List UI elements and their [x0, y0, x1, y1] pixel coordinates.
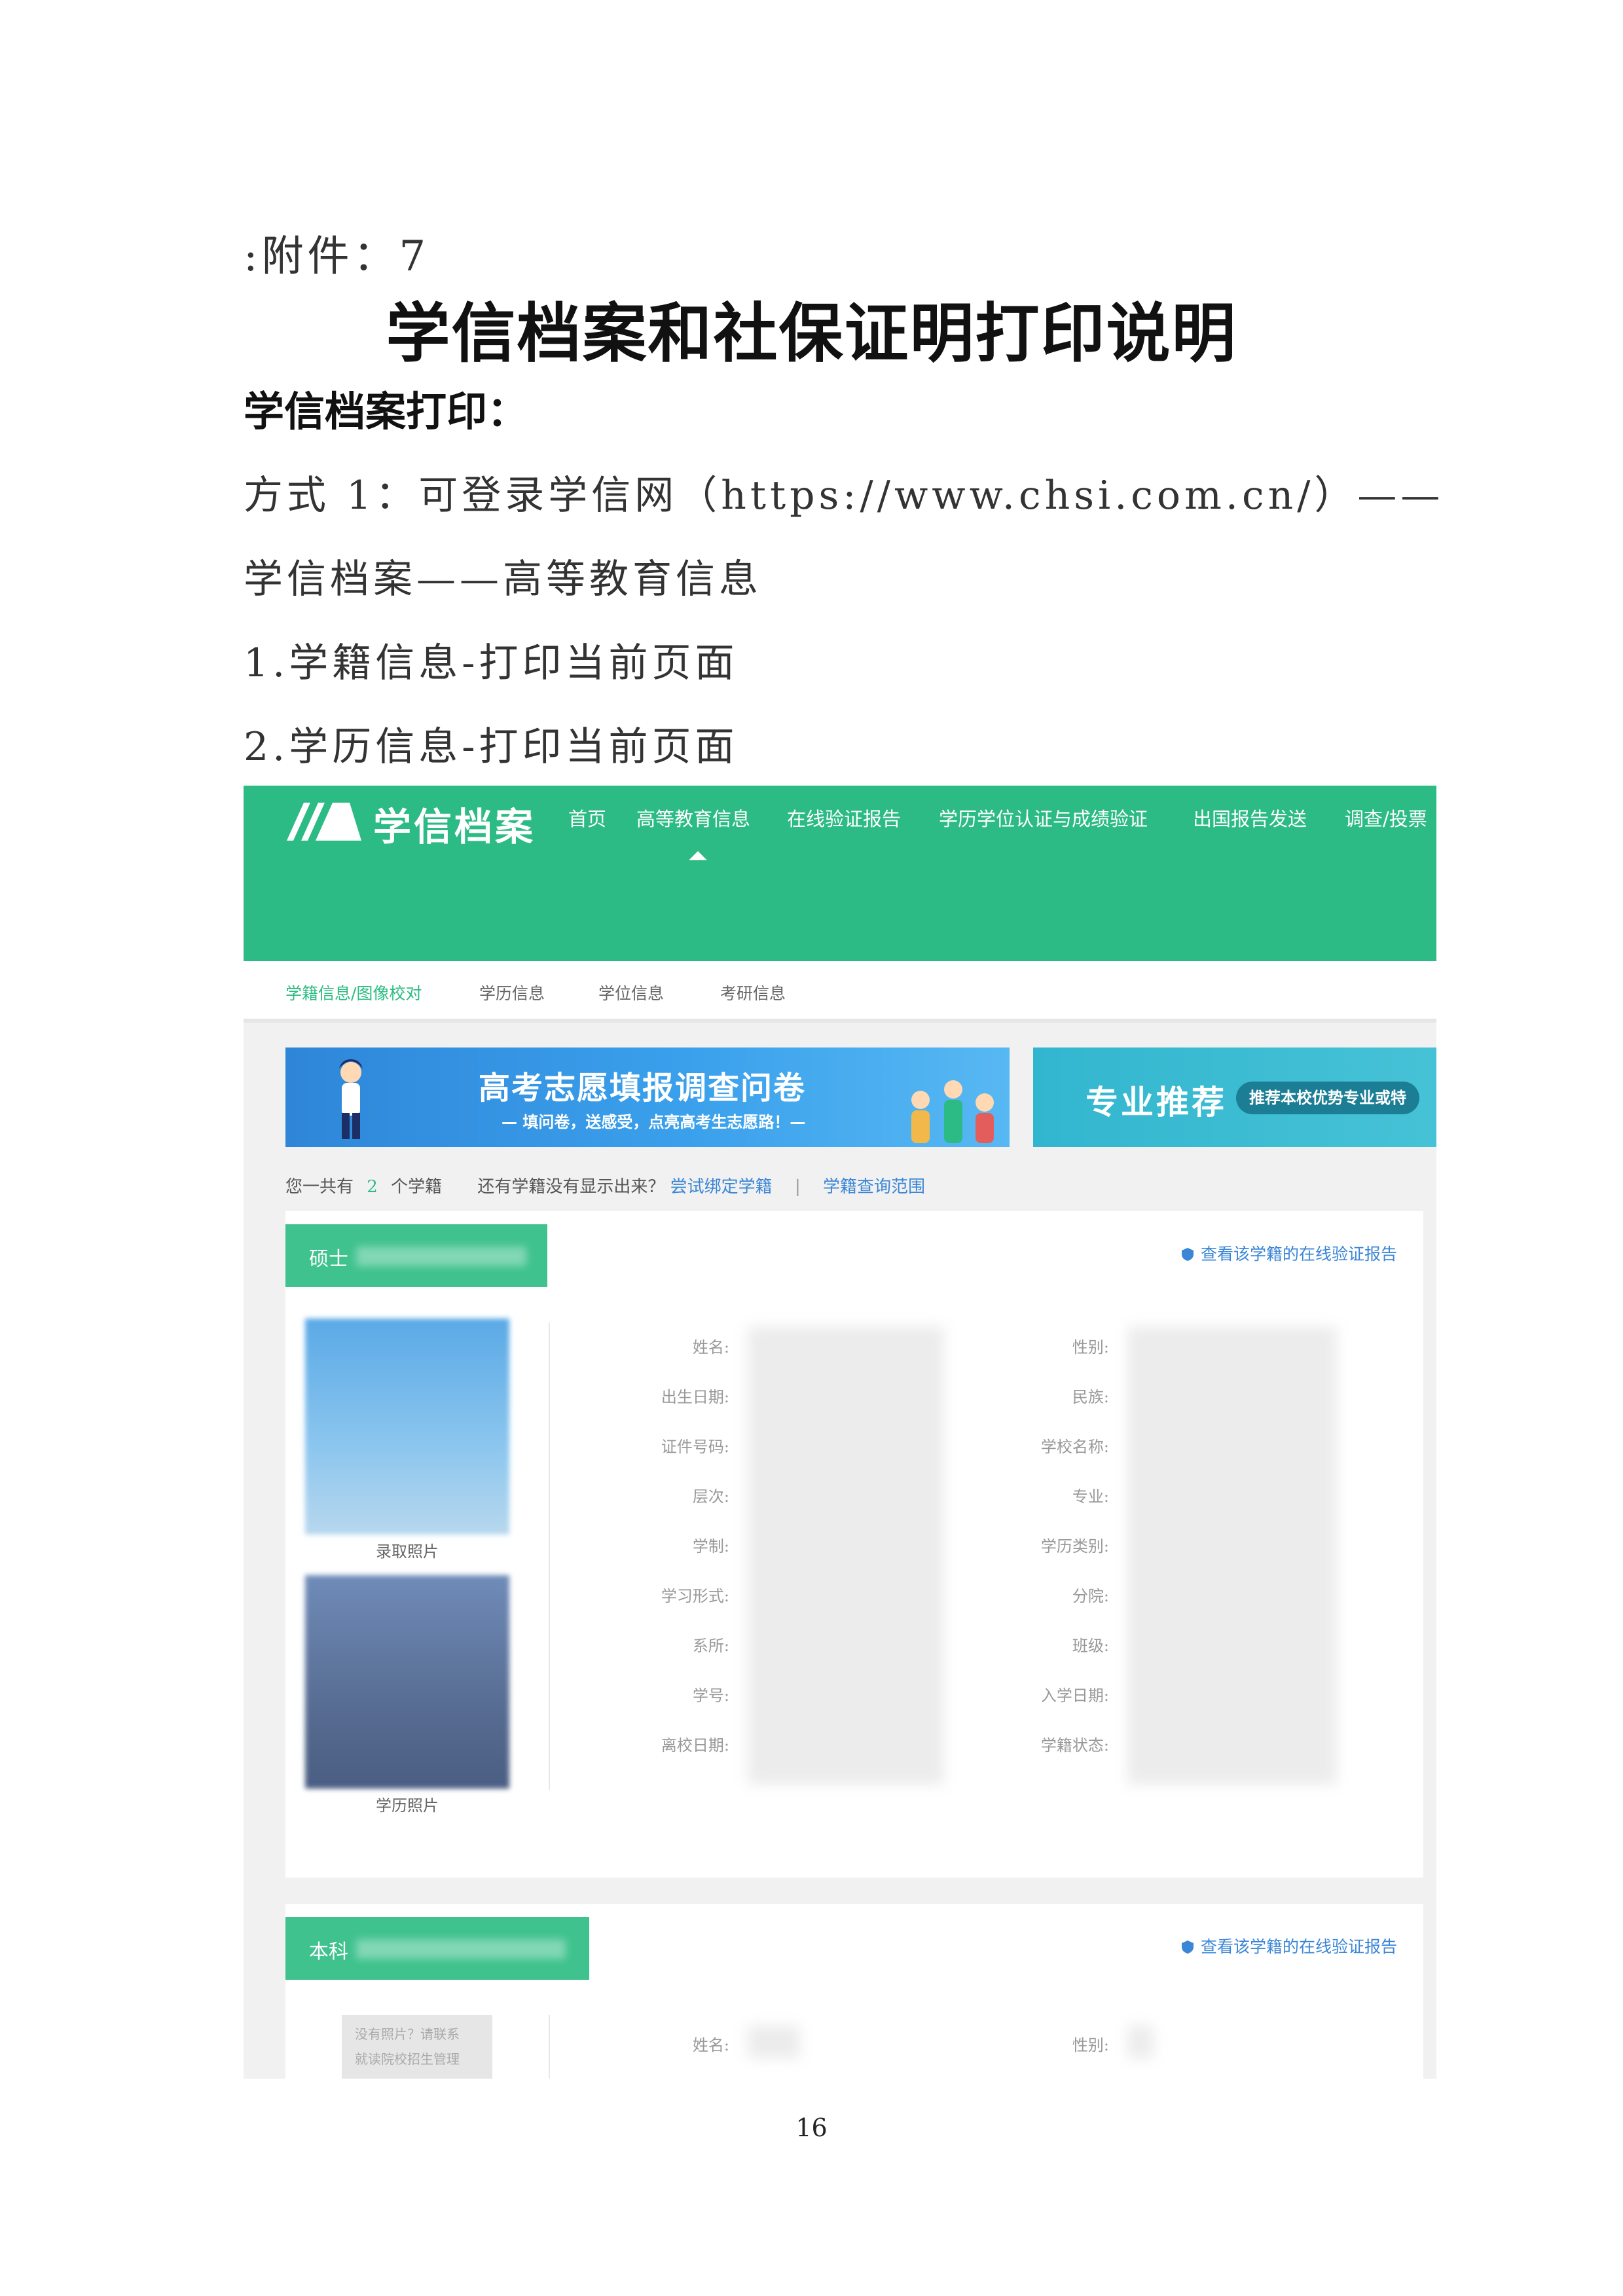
field-label-school: 学校名称: [1040, 1438, 1109, 1456]
shield-icon [1181, 1941, 1194, 1954]
redacted-school-name [356, 1247, 526, 1266]
tab-degree-info[interactable]: 学位信息 [598, 981, 664, 1004]
field-label-major: 专业: [1072, 1487, 1109, 1506]
instruction-step-1: 1.学籍信息-打印当前页面 [244, 640, 739, 686]
field-label-name: 姓名: [692, 1338, 729, 1357]
tab-degree-record[interactable]: 学历信息 [479, 981, 545, 1004]
field-label-level: 层次: [692, 1487, 729, 1506]
admission-photo-caption: 录取照片 [376, 1542, 439, 1561]
redacted-gender-2 [1127, 2026, 1154, 2058]
field-label-branch: 分院: [1072, 1587, 1109, 1605]
chsi-screenshot: 学信档案 首页 高等教育信息 在线验证报告 学历学位认证与成绩验证 出国报告发送… [244, 786, 1436, 2079]
enrollment-card-bachelor: 本科 查看该学籍的在线验证报告 没有照片？请联系 就读院校招生管理 姓名: 性别… [285, 1904, 1423, 2079]
person-illustration-icon [339, 1059, 363, 1139]
field-label-ethnicity: 民族: [1072, 1388, 1109, 1406]
verify-report-link[interactable]: 查看该学籍的在线验证报告 [1181, 1241, 1397, 1265]
people-illustration-icon [911, 1080, 994, 1143]
field-label-department: 系所: [692, 1637, 729, 1655]
nav-survey[interactable]: 调查/投票 [1345, 804, 1427, 831]
bind-enrollment-link[interactable]: 尝试绑定学籍 [670, 1177, 773, 1197]
major-recommend-pill: 推荐本校优势专业或特 [1236, 1082, 1419, 1114]
redacted-values-right [1127, 1326, 1337, 1785]
tab-postgrad-exam[interactable]: 考研信息 [720, 981, 786, 1004]
field-label-birthdate: 出生日期: [661, 1388, 729, 1406]
field-label-student-id: 学号: [692, 1686, 729, 1705]
shield-icon [1181, 1248, 1194, 1261]
count-suffix: 个学籍 [391, 1177, 443, 1197]
field-label-gender: 性别: [1072, 1338, 1109, 1357]
section-heading: 学信档案打印： [244, 388, 528, 435]
field-label-id-number: 证件号码: [661, 1438, 729, 1456]
admission-photo [305, 1319, 509, 1535]
missing-enrollment-text: 还有学籍没有显示出来？ [477, 1177, 665, 1197]
redacted-school-name-2 [356, 1939, 566, 1959]
top-navbar: 学信档案 首页 高等教育信息 在线验证报告 学历学位认证与成绩验证 出国报告发送… [244, 786, 1436, 961]
survey-banner-subtitle: — 填问卷，送感受，点亮高考生志愿路！— [501, 1113, 806, 1131]
nav-home[interactable]: 首页 [568, 804, 606, 831]
sub-navbar: 学籍信息/图像校对 学历信息 学位信息 考研信息 [244, 961, 1436, 1023]
card-tag-bachelor: 本科 [285, 1917, 589, 1980]
enrollment-card-master: 硕士 查看该学籍的在线验证报告 录取照片 学历照片 姓名: 出生日期: 证件号码… [285, 1211, 1423, 1878]
verify-report-link-2[interactable]: 查看该学籍的在线验证报告 [1181, 1934, 1397, 1958]
field-label-study-form: 学习形式: [661, 1587, 729, 1605]
survey-banner-title: 高考志愿填报调查问卷 [479, 1070, 807, 1106]
nav-higher-education[interactable]: 高等教育信息 [636, 804, 750, 831]
nav-cert-verify[interactable]: 学历学位认证与成绩验证 [939, 804, 1148, 831]
instruction-step-2: 2.学历信息-打印当前页面 [244, 724, 739, 770]
field-label-enroll-date: 入学日期: [1040, 1686, 1109, 1705]
instruction-line-1: 方式 1：可登录学信网（https://www.chsi.com.cn/）—— [244, 473, 1444, 519]
card-tag-master: 硕士 [285, 1224, 547, 1287]
field-label-leave-date: 离校日期: [661, 1736, 729, 1755]
nav-online-verify[interactable]: 在线验证报告 [787, 804, 901, 831]
major-recommend-title: 专业推荐 [1085, 1084, 1227, 1121]
field-label-name-2: 姓名: [692, 2036, 729, 2054]
query-scope-link[interactable]: 学籍查询范围 [823, 1177, 925, 1197]
brand-name: 学信档案 [373, 805, 536, 849]
no-photo-placeholder: 没有照片？请联系 就读院校招生管理 [342, 2015, 492, 2079]
tab-enrollment-info[interactable]: 学籍信息/图像校对 [285, 981, 422, 1004]
card-divider [549, 1322, 550, 1790]
survey-banner[interactable]: 高考志愿填报调查问卷 — 填问卷，送感受，点亮高考生志愿路！— [285, 1048, 1010, 1147]
field-label-class: 班级: [1072, 1637, 1109, 1655]
degree-photo-caption: 学历照片 [376, 1796, 439, 1815]
document-title: 学信档案和社保证明打印说明 [386, 296, 1237, 371]
attachment-label: :附件：7 [244, 232, 430, 281]
chsi-logo-icon [287, 803, 361, 841]
field-label-status: 学籍状态: [1040, 1736, 1109, 1755]
active-nav-caret-icon [689, 851, 707, 860]
card-divider-2 [549, 2015, 550, 2079]
degree-photo [305, 1575, 509, 1789]
count-value: 2 [367, 1177, 378, 1197]
instruction-line-2: 学信档案——高等教育信息 [244, 556, 762, 602]
nav-abroad-report[interactable]: 出国报告发送 [1193, 804, 1307, 831]
field-label-duration: 学制: [692, 1537, 729, 1556]
page-number: 16 [795, 2113, 828, 2142]
major-recommend-banner[interactable]: 专业推荐 推荐本校优势专业或特 [1033, 1048, 1436, 1147]
redacted-values-left [748, 1326, 944, 1785]
count-prefix: 您一共有 [285, 1177, 354, 1197]
field-label-gender-2: 性别: [1072, 2036, 1109, 2054]
field-label-degree-type: 学历类别: [1040, 1537, 1109, 1556]
link-separator: | [794, 1177, 801, 1197]
enrollment-count-line: 您一共有 2 个学籍 还有学籍没有显示出来？ 尝试绑定学籍 | 学籍查询范围 [285, 1173, 925, 1197]
redacted-name-2 [748, 2026, 800, 2058]
